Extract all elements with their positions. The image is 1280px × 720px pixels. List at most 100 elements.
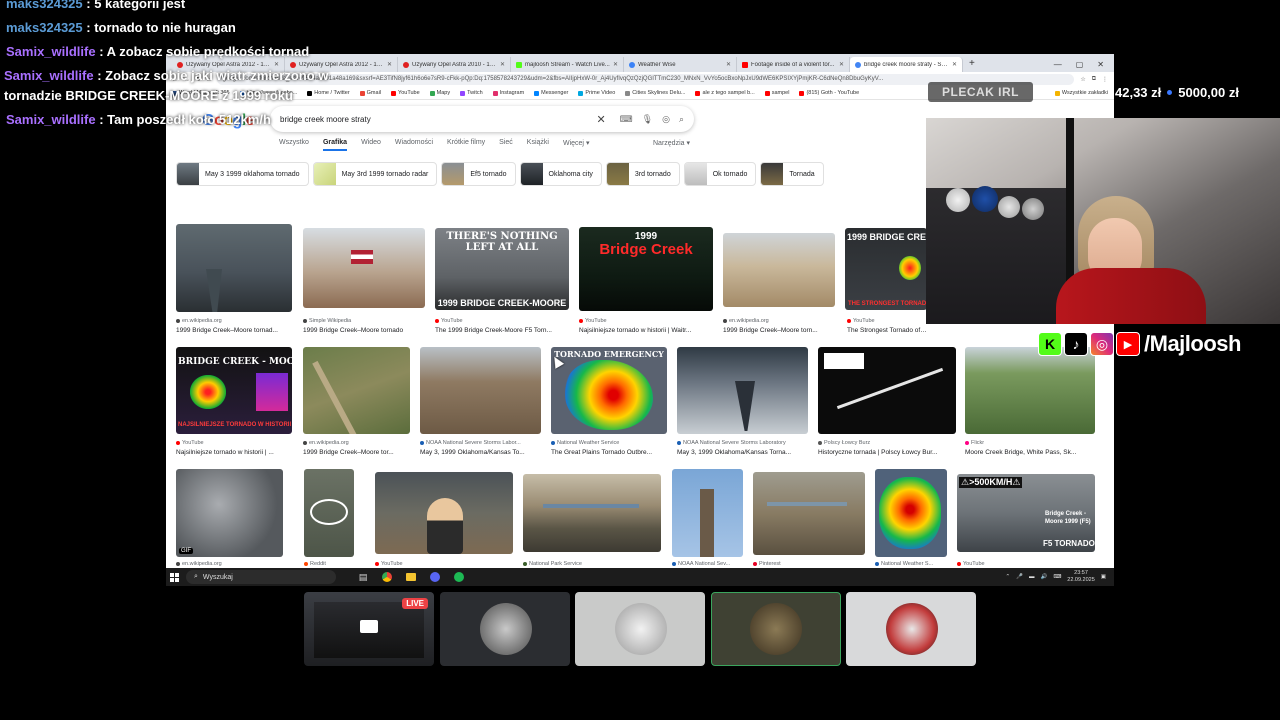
close-icon[interactable]: ✕ [952, 61, 957, 68]
tab-books[interactable]: Książki [527, 139, 549, 151]
result-title[interactable]: 1999 Bridge Creek–Moore torn... [723, 327, 835, 334]
bookmark[interactable]: sampel [764, 90, 789, 96]
discord-stream-tile[interactable]: LIVE [304, 592, 434, 666]
keyboard-icon[interactable]: ⌨ [620, 114, 633, 125]
volume-icon[interactable]: 🔊 [1040, 574, 1047, 580]
bookmark[interactable]: ale z tego sampel b... [695, 90, 755, 96]
image-result[interactable] [375, 472, 513, 554]
close-icon[interactable]: ✕ [839, 61, 844, 68]
image-result[interactable]: 1999 Bridge Creek [579, 227, 713, 311]
result-title[interactable]: 1999 Bridge Creek–Moore tor... [303, 449, 410, 456]
result-title[interactable]: May 3, 1999 Oklahoma/Kansas To... [420, 449, 541, 456]
image-result[interactable] [723, 233, 835, 307]
clear-icon[interactable]: ✕ [596, 113, 605, 126]
tools-button[interactable]: Narzędzia ▾ [653, 139, 690, 147]
tab-video[interactable]: Wideo [361, 139, 381, 151]
close-icon[interactable]: ✕ [387, 61, 392, 68]
image-result[interactable]: BRIDGE CREEK - MOORE NAJSILNIEJSZE TORNA… [176, 347, 292, 434]
taskbar-search[interactable]: ⌕ Wyszukaj [186, 570, 336, 584]
tab-short-videos[interactable]: Krótkie filmy [447, 139, 485, 151]
windows-start-icon[interactable] [166, 572, 182, 582]
notification-icon[interactable]: ▣ [1101, 574, 1106, 580]
close-window-icon[interactable]: ✕ [1097, 60, 1104, 69]
discord-user-tile[interactable] [575, 592, 705, 666]
image-result[interactable] [523, 474, 661, 552]
result-title[interactable]: 1999 Bridge Creek–Moore tornado [303, 327, 425, 334]
task-view-icon[interactable]: ▤ [356, 570, 370, 584]
discord-user-tile[interactable] [846, 592, 976, 666]
menu-icon[interactable]: ⋮ [1102, 76, 1108, 83]
maximize-icon[interactable]: ▢ [1076, 60, 1084, 69]
browser-tab[interactable]: Weather Wise ✕ [624, 57, 737, 72]
bookmark[interactable]: Twitch [460, 90, 483, 96]
result-title[interactable]: The Strongest Tornado of All Time | 19..… [847, 327, 927, 334]
bookmark[interactable]: Messenger [534, 90, 568, 96]
filter-chip[interactable]: Ef5 tornado [441, 162, 516, 186]
tab-more[interactable]: Więcej ▾ [563, 139, 589, 151]
image-result[interactable]: 1999 BRIDGE CREEK THE STRONGEST TORNADO [845, 228, 927, 310]
image-result[interactable] [875, 469, 947, 557]
extensions-icon[interactable]: ⧉ [1092, 76, 1096, 83]
star-icon[interactable]: ☆ [1080, 76, 1085, 83]
lens-icon[interactable]: ◎ [662, 114, 670, 125]
image-result[interactable] [672, 469, 743, 557]
result-title[interactable]: Najsilniejsze tornado w historii | ... [176, 449, 292, 456]
discord-user-tile-speaking[interactable] [711, 592, 841, 666]
browser-tab[interactable]: Footage inside of a violent tor... ✕ [737, 57, 850, 72]
tab-web[interactable]: Sieć [499, 139, 513, 151]
browser-tab[interactable]: Używany Opel Astra 2010 - 19... ✕ [398, 57, 511, 72]
chrome-icon[interactable] [380, 570, 394, 584]
minimize-icon[interactable]: — [1054, 60, 1062, 69]
image-result[interactable] [420, 347, 541, 434]
filter-chip[interactable]: 3rd tornado [605, 162, 680, 186]
result-title[interactable]: Historyczne tornada | Polscy Łowcy Bur..… [818, 449, 956, 456]
clock[interactable]: 23:57 22.09.2025 [1067, 570, 1095, 584]
result-title[interactable]: Najsilniejsze tornado w historii | Waitr… [579, 327, 713, 334]
search-icon[interactable]: ⌕ [679, 114, 684, 125]
filter-chip[interactable]: May 3 1999 oklahoma tornado [176, 162, 309, 186]
close-icon[interactable]: ✕ [613, 61, 618, 68]
image-result[interactable] [965, 347, 1095, 434]
tab-news[interactable]: Wiadomości [395, 139, 433, 151]
image-result[interactable] [677, 347, 808, 434]
tab-all[interactable]: Wszystko [279, 139, 309, 151]
image-result[interactable] [303, 228, 425, 308]
filter-chip[interactable]: Ok tornado [683, 162, 757, 186]
bookmark[interactable]: Prime Video [578, 90, 615, 96]
network-icon[interactable]: ▬ [1029, 574, 1035, 580]
bookmark[interactable]: Gmail [359, 90, 381, 96]
microphone-icon[interactable]: 🎙 [642, 114, 653, 125]
image-result[interactable]: GIF [176, 469, 283, 557]
result-title[interactable]: Moore Creek Bridge, White Pass, Sk... [965, 449, 1095, 456]
close-icon[interactable]: ✕ [500, 61, 505, 68]
bookmark[interactable]: Cities Skylines Delu... [625, 90, 685, 96]
microphone-icon[interactable]: 🎤 [1016, 574, 1023, 580]
browser-tab-active[interactable]: bridge creek moore straty - Szu... ✕ [850, 57, 963, 72]
language-icon[interactable]: ⌨ [1053, 574, 1061, 580]
browser-tab[interactable]: majloosh Stream - Watch Live... ✕ [511, 57, 624, 72]
bookmark[interactable]: Mapy [429, 90, 450, 96]
result-title[interactable]: 1999 Bridge Creek–Moore tornad... [176, 327, 292, 334]
image-result[interactable] [753, 472, 865, 555]
spotify-icon[interactable] [452, 570, 466, 584]
tab-images[interactable]: Grafika [322, 139, 348, 151]
image-result[interactable] [818, 347, 956, 434]
image-result[interactable] [176, 224, 292, 312]
result-title[interactable]: The 1999 Bridge Creek-Moore F5 Torn... [435, 327, 569, 334]
bookmark-all[interactable]: Wszystkie zakładki [1054, 90, 1108, 96]
image-result[interactable] [303, 347, 410, 434]
filter-chip[interactable]: Tornada [760, 162, 824, 186]
discord-user-tile[interactable] [440, 592, 570, 666]
chevron-up-icon[interactable]: ⌃ [1005, 574, 1010, 580]
result-title[interactable]: The Great Plains Tornado Outbre... [551, 449, 667, 456]
bookmark[interactable]: YouTube [391, 90, 420, 96]
image-result[interactable]: TORNADO EMERGENCY [551, 347, 667, 434]
file-explorer-icon[interactable] [404, 570, 418, 584]
filter-chip[interactable]: May 3rd 1999 tornado radar [312, 162, 438, 186]
image-result[interactable]: ⚠>500KM/H⚠ Bridge Creek - Moore 1999 (F5… [957, 474, 1095, 552]
bookmark[interactable]: Instagram [492, 90, 524, 96]
bookmark[interactable]: (815) Goth - YouTube [799, 90, 859, 96]
result-title[interactable]: May 3, 1999 Oklahoma/Kansas Torna... [677, 449, 808, 456]
new-tab-icon[interactable]: + [963, 57, 981, 72]
close-icon[interactable]: ✕ [726, 61, 731, 68]
